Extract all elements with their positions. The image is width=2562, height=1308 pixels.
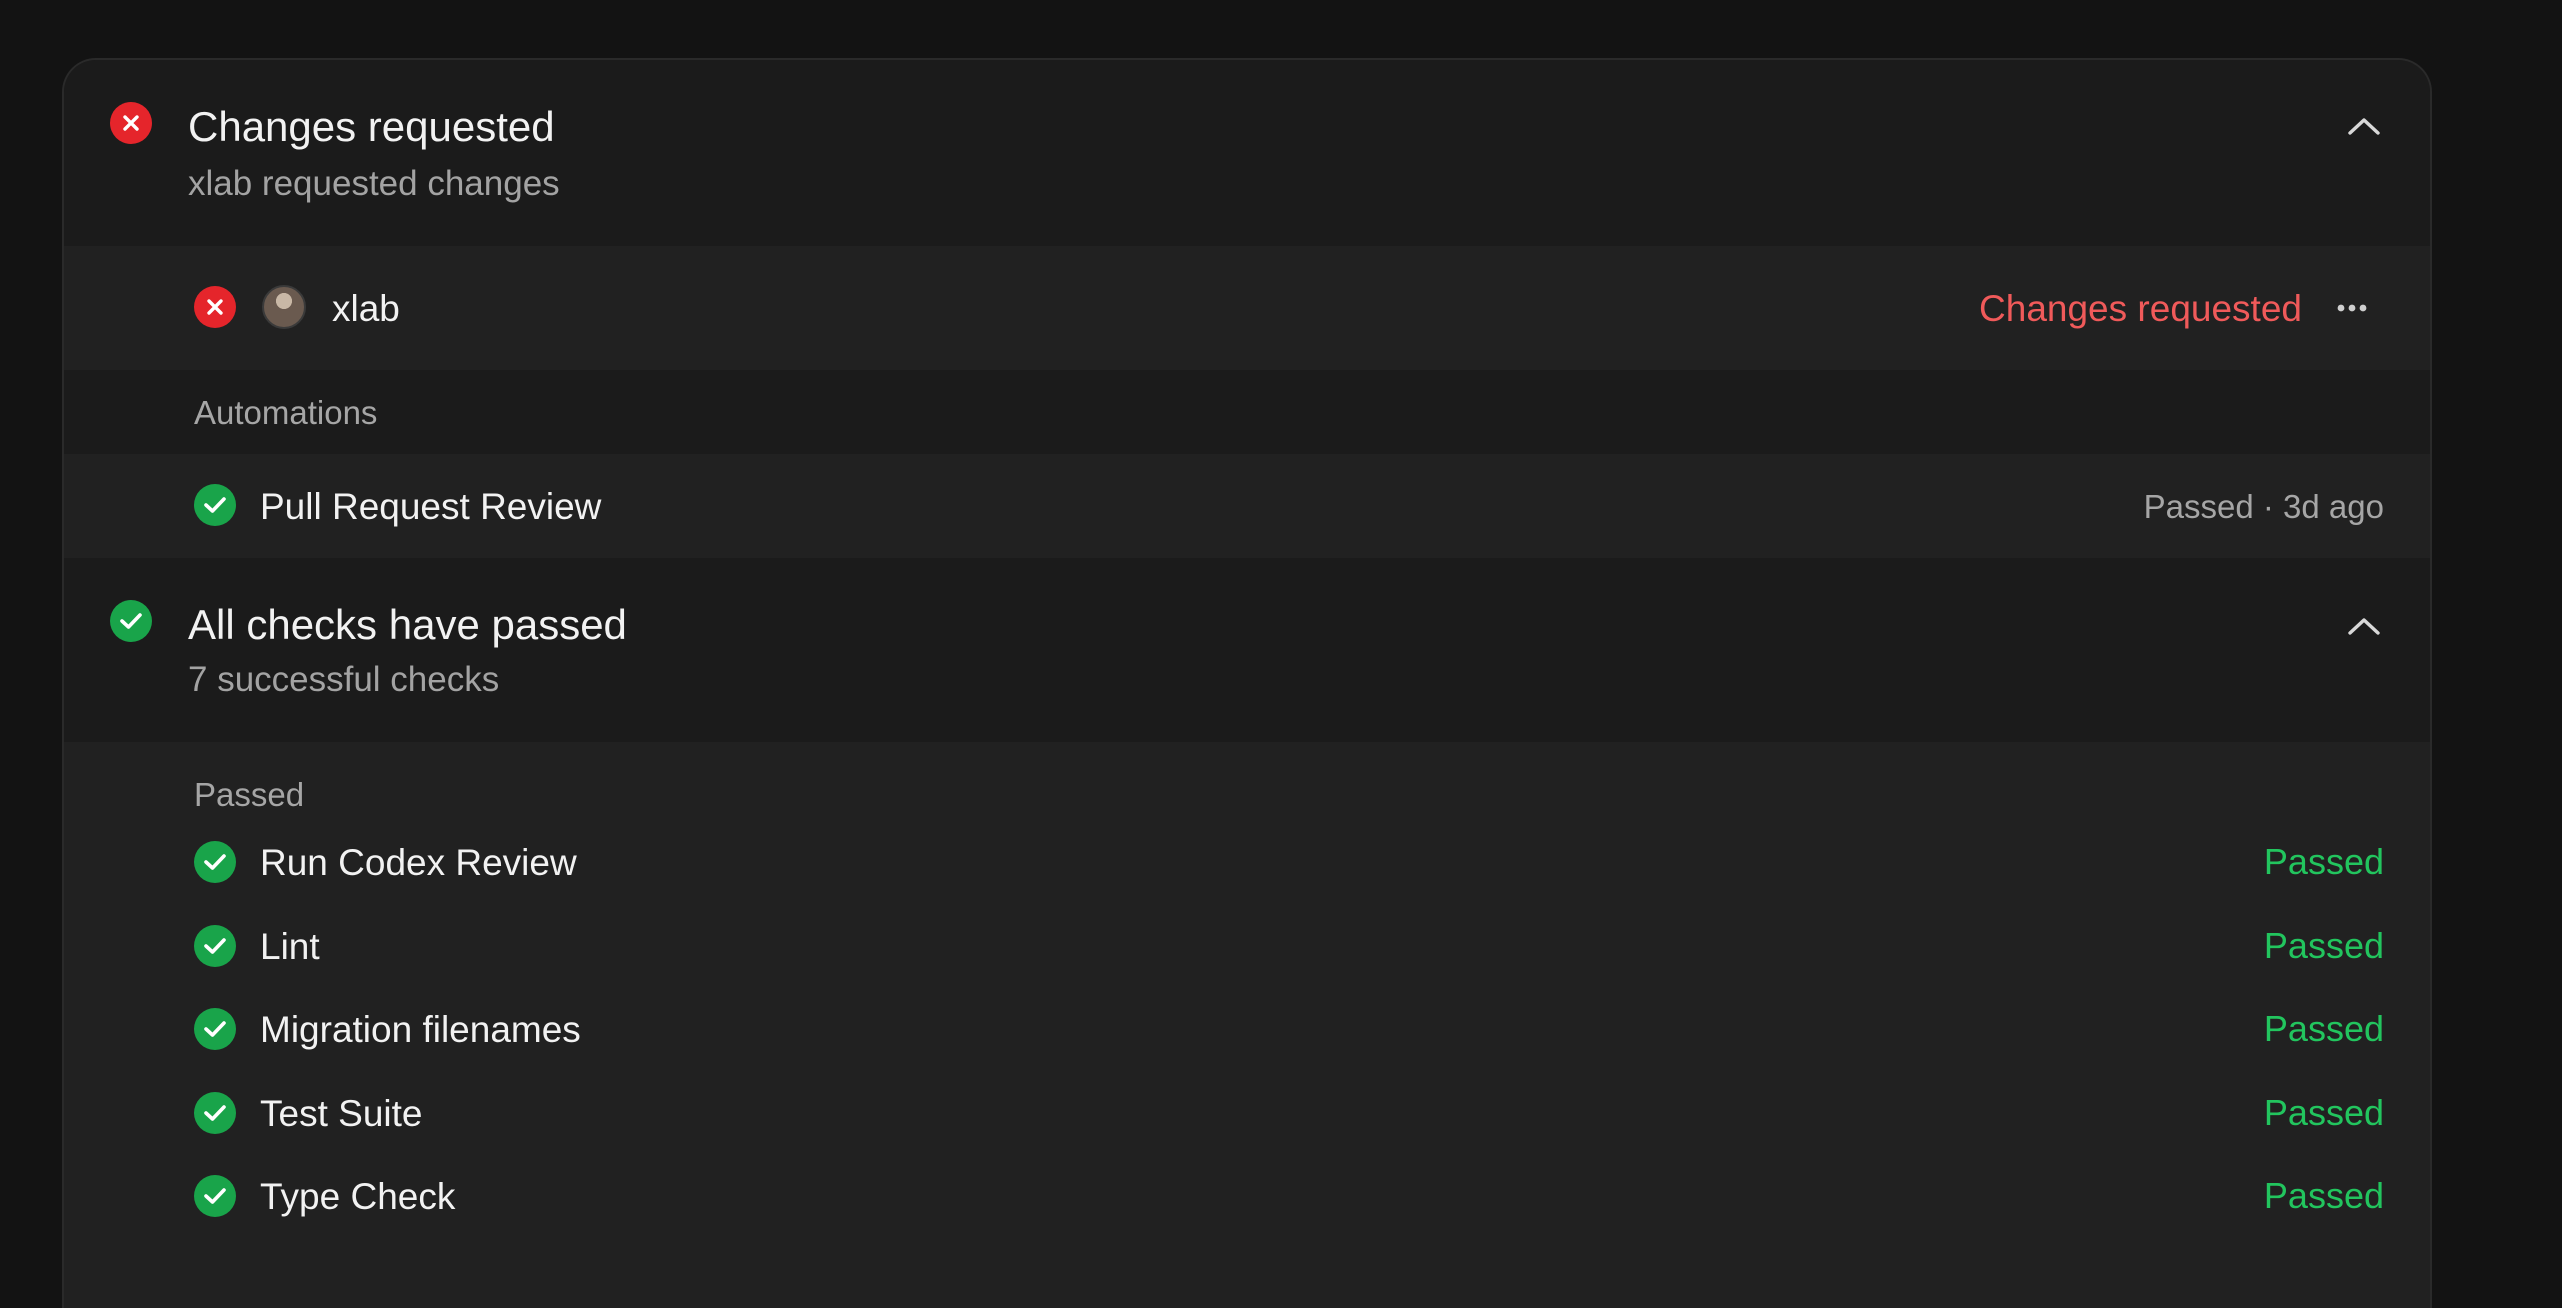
checks-list: Passed Run Codex Review Passed Lint Pass… — [64, 742, 2430, 1308]
check-circle-icon — [194, 841, 236, 883]
review-section-title: Changes requested — [188, 103, 555, 150]
reviewer-row: xlab Changes requested — [64, 246, 2430, 370]
check-row[interactable]: Lint Passed — [64, 904, 2430, 988]
automations-group: Automations — [64, 370, 2430, 454]
x-circle-icon — [110, 102, 152, 144]
check-status: Passed — [2263, 841, 2384, 882]
avatar — [262, 285, 306, 329]
check-name: Migration filenames — [260, 1009, 581, 1050]
check-row[interactable]: Type Check Passed — [64, 1154, 2430, 1238]
automations-label: Automations — [194, 394, 378, 431]
check-name: Test Suite — [260, 1093, 423, 1134]
check-status: Passed — [2263, 1092, 2384, 1133]
passed-group-label: Passed — [194, 776, 305, 813]
check-name: Lint — [260, 926, 320, 967]
check-row[interactable]: Run Codex Review Passed — [64, 820, 2430, 904]
automation-row[interactable]: Pull Request Review Passed · 3d ago — [64, 454, 2430, 558]
reviewer-name[interactable]: xlab — [332, 290, 400, 327]
reviewer-status: Changes requested — [1979, 288, 2302, 329]
automation-status: Passed · 3d ago — [2143, 488, 2384, 525]
chevron-up-icon[interactable] — [2342, 604, 2386, 648]
check-status: Passed — [2263, 1175, 2384, 1216]
check-name: Type Check — [260, 1176, 456, 1217]
checks-section-header[interactable]: All checks have passed 7 successful chec… — [64, 558, 2430, 742]
check-circle-icon — [194, 484, 236, 526]
x-circle-icon — [194, 286, 236, 328]
more-horizontal-icon[interactable] — [2330, 286, 2374, 330]
check-name: Run Codex Review — [260, 842, 577, 883]
check-status: Passed — [2263, 925, 2384, 966]
review-section-header[interactable]: Changes requested xlab requested changes — [64, 60, 2430, 246]
check-row[interactable]: Test Suite Passed — [64, 1071, 2430, 1155]
merge-status-panel: Changes requested xlab requested changes… — [62, 58, 2432, 1308]
check-circle-icon — [194, 925, 236, 967]
check-circle-icon — [194, 1008, 236, 1050]
checks-section-subtitle: 7 successful checks — [188, 660, 500, 699]
automation-name: Pull Request Review — [260, 486, 602, 527]
chevron-up-icon[interactable] — [2342, 104, 2386, 148]
check-circle-icon — [194, 1175, 236, 1217]
review-section-subtitle: xlab requested changes — [188, 164, 560, 203]
check-status: Passed — [2263, 1008, 2384, 1049]
checks-section-title: All checks have passed — [188, 601, 627, 648]
check-circle-icon — [194, 1092, 236, 1134]
check-row[interactable]: Migration filenames Passed — [64, 987, 2430, 1071]
check-circle-icon — [110, 600, 152, 642]
